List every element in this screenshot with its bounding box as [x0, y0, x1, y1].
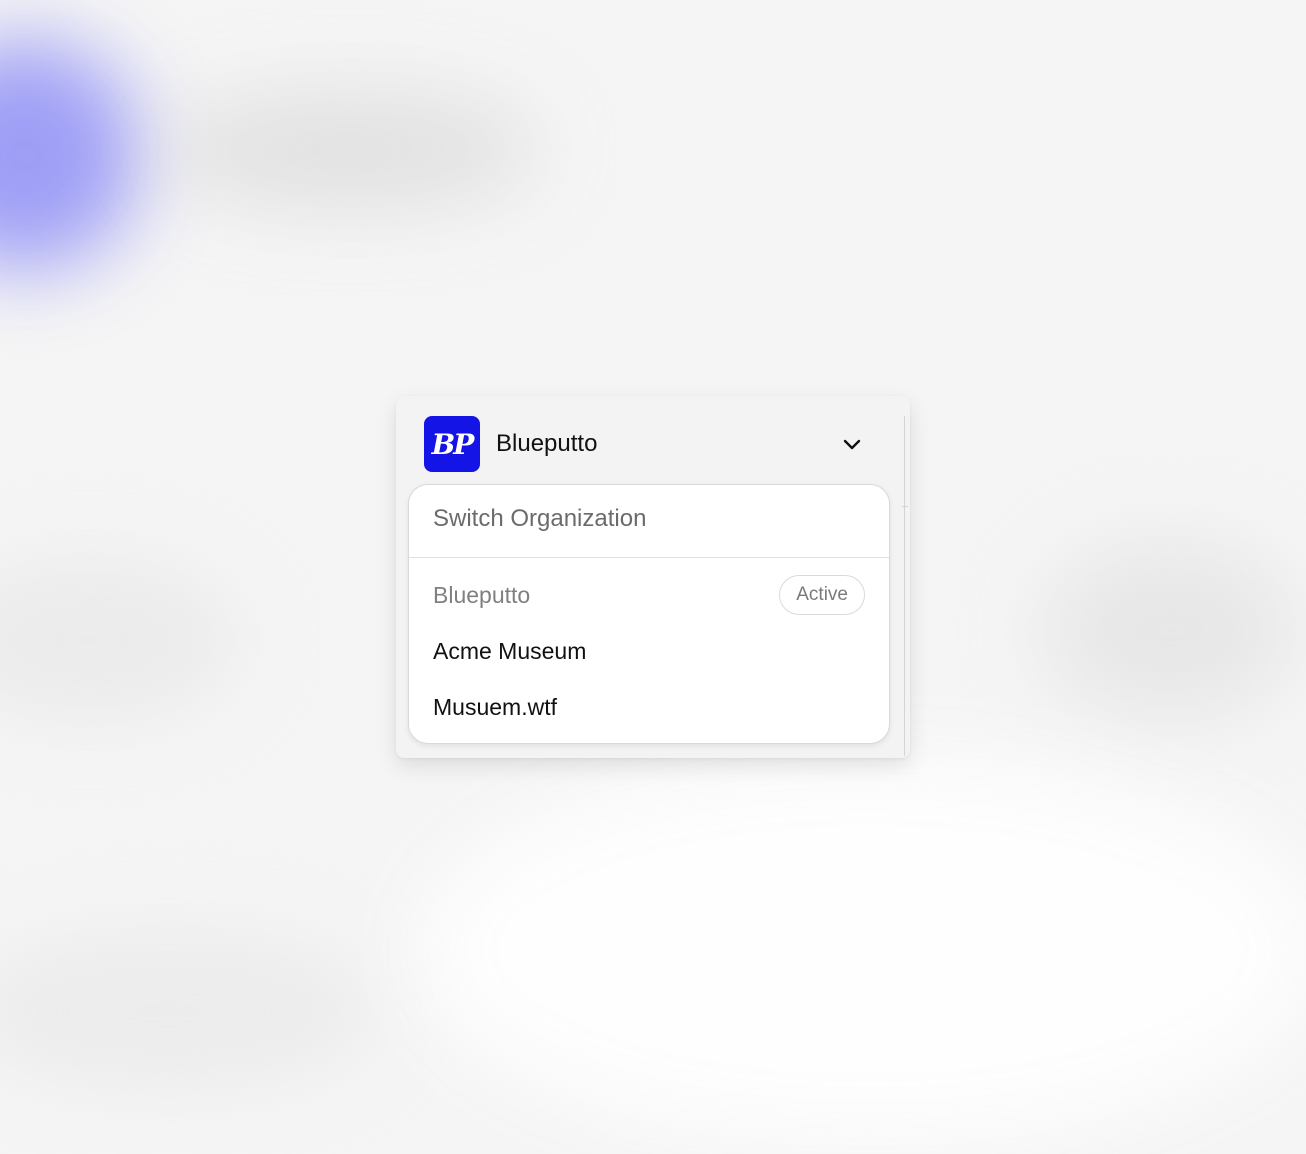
org-item-blueputto[interactable]: Blueputto Active	[409, 569, 889, 621]
org-logo: BP	[424, 416, 480, 472]
org-item-musuem-wtf[interactable]: Musuem.wtf	[409, 681, 889, 733]
background-blob	[0, 560, 240, 720]
chevron-down-icon[interactable]	[840, 432, 864, 456]
divider	[409, 557, 889, 558]
org-item-label: Acme Museum	[433, 637, 587, 664]
org-switcher-panel: BP Blueputto Switch Organization Blueput…	[396, 396, 910, 758]
org-item-label: Blueputto	[433, 581, 531, 608]
org-dropdown-menu: Switch Organization Blueputto Active Acm…	[408, 484, 890, 744]
background-blob	[420, 760, 1306, 1140]
dropdown-title: Switch Organization	[433, 505, 647, 532]
background-blob	[160, 90, 540, 210]
active-badge: Active	[779, 575, 865, 615]
org-switcher-toggle[interactable]: BP Blueputto	[424, 416, 874, 472]
panel-edge	[902, 416, 908, 756]
background-blob	[0, 930, 380, 1090]
org-item-acme-museum[interactable]: Acme Museum	[409, 625, 889, 677]
logo-text: BP	[431, 427, 475, 461]
background-blob	[1040, 540, 1300, 720]
org-item-label: Musuem.wtf	[433, 693, 557, 720]
current-org-name: Blueputto	[496, 430, 598, 457]
background-blob	[0, 40, 140, 270]
